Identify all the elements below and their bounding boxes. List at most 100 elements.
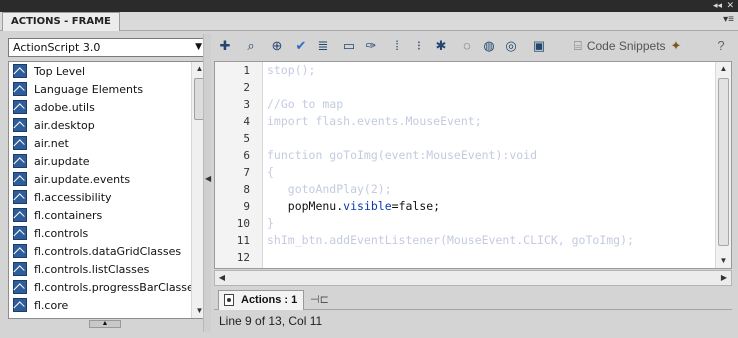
tree-item[interactable]: fl.accessibility	[9, 188, 191, 206]
code-token: =false;	[391, 199, 441, 213]
line-number: 13	[215, 266, 262, 268]
code-line[interactable]	[267, 266, 713, 268]
tree-item[interactable]: air.update.events	[9, 170, 191, 188]
tree-item[interactable]: fl.controls	[9, 224, 191, 242]
tree-item[interactable]: fl.core	[9, 296, 191, 314]
line-number: 12	[236, 251, 250, 264]
tree-item-label: air.update	[34, 154, 90, 168]
scroll-up-icon[interactable]: ▲	[716, 62, 731, 76]
insert-target-path-icon[interactable]: ⊕	[268, 37, 286, 55]
tree-item[interactable]: fl.controls.progressBarClasses	[9, 278, 200, 296]
tree-item-label: fl.containers	[34, 208, 103, 222]
tab-actions-1[interactable]: Actions : 1	[218, 290, 305, 310]
help-icon[interactable]: ?	[712, 37, 730, 55]
apply-line-comment-icon[interactable]: ◍	[480, 37, 498, 55]
scroll-thumb[interactable]	[718, 78, 729, 246]
code-line[interactable]: function goToImg(event:MouseEvent):void	[267, 147, 713, 164]
code-line[interactable]: }	[267, 215, 713, 232]
package-book-icon	[13, 154, 27, 168]
close-panel-icon[interactable]: ✕	[726, 0, 734, 11]
scroll-left-icon[interactable]: ◀	[215, 271, 229, 285]
package-book-icon	[13, 190, 27, 204]
collapse-between-braces-icon[interactable]: ⁞	[388, 37, 406, 55]
scroll-right-icon[interactable]: ▶	[717, 271, 731, 285]
window-titlebar: ◂◂ ✕	[0, 0, 738, 12]
tree-item[interactable]: Language Elements	[9, 80, 191, 98]
code-line-active[interactable]: popMenu.visible=false;	[267, 198, 713, 215]
package-book-icon	[13, 118, 27, 132]
panel-tab-row: ACTIONS - FRAME ▾≡	[0, 12, 738, 31]
tree-item[interactable]: air.update	[9, 152, 191, 170]
language-select[interactable]: ActionScript 3.0 ▼	[8, 38, 206, 57]
tree-item[interactable]: fl.controls.listClasses	[9, 260, 191, 278]
code-line[interactable]: shIm_btn.addEventListener(MouseEvent.CLI…	[267, 232, 713, 249]
package-book-icon	[13, 244, 27, 258]
line-number: 9	[243, 200, 250, 213]
package-book-icon	[13, 262, 27, 276]
show-code-hint-icon[interactable]: ▭	[340, 37, 358, 55]
tree-item[interactable]: Top Level	[9, 62, 191, 80]
code-line[interactable]: {	[267, 164, 713, 181]
scroll-down-icon[interactable]: ▼	[716, 254, 731, 268]
line-number-gutter: 12345678910111213	[215, 62, 263, 268]
collapse-selection-icon[interactable]: ⁝	[410, 37, 428, 55]
actions-toolbar: ✚ ⌕ ⊕ ✔ ≣ ▭ ✑ ⁞ ⁝ ✱ ◌ ◍ ◎ ▣ ⌸ Code Snippets ✦ ?	[212, 34, 738, 58]
tree-item-label: fl.accessibility	[34, 190, 112, 204]
collapse-panel-icon[interactable]: ◂◂	[713, 0, 722, 11]
code-line[interactable]: stop();	[267, 62, 713, 79]
package-book-icon	[13, 82, 27, 96]
editor-horizontal-scrollbar[interactable]: ◀ ▶	[214, 270, 732, 286]
apply-block-comment-icon[interactable]: ◌	[458, 37, 476, 55]
code-snippets-button[interactable]: ⌸ Code Snippets ✦	[574, 37, 681, 55]
line-number: 11	[236, 234, 250, 247]
pane-splitter[interactable]: ◀	[203, 34, 211, 332]
language-select-value: ActionScript 3.0	[13, 41, 101, 54]
package-book-icon	[13, 172, 27, 186]
tree-item-label: fl.controls.listClasses	[34, 262, 150, 276]
find-icon[interactable]: ⌕	[242, 37, 260, 55]
check-syntax-icon[interactable]: ✔	[292, 37, 310, 55]
auto-format-icon[interactable]: ≣	[314, 37, 332, 55]
code-area[interactable]: stop(); //Go to map import flash.events.Mo…	[267, 62, 713, 268]
code-line[interactable]	[267, 79, 713, 96]
tree-item[interactable]: air.desktop	[9, 116, 191, 134]
script-editor[interactable]: 12345678910111213 stop();//Go to mapimpo…	[214, 61, 732, 269]
tree-item-label: fl.core	[34, 298, 69, 312]
tree-item-label: Language Elements	[34, 82, 144, 96]
tree-item[interactable]: fl.controls.dataGridClasses	[9, 242, 191, 260]
package-book-icon	[13, 226, 27, 240]
expand-all-icon[interactable]: ✱	[432, 37, 450, 55]
tree-item-label: air.update.events	[34, 172, 131, 186]
add-item-icon[interactable]: ✚	[216, 37, 234, 55]
code-line[interactable]	[267, 249, 713, 266]
tree-item[interactable]: adobe.utils	[9, 98, 191, 116]
pin-script-icon[interactable]: ⊣⊏	[310, 293, 329, 306]
tree-item-label: fl.controls	[34, 226, 89, 240]
tree-item-label: air.net	[34, 136, 69, 150]
code-keyword: visible	[343, 199, 392, 213]
code-line[interactable]: gotoAndPlay(2);	[267, 181, 713, 198]
code-line[interactable]: import flash.events.MouseEvent;	[267, 113, 713, 130]
toggle-script-assist-icon[interactable]: ▣	[530, 37, 548, 55]
line-number: 3	[243, 98, 250, 111]
code-token: popMenu.	[267, 199, 344, 213]
tree-item[interactable]: air.net	[9, 134, 191, 152]
debug-options-icon[interactable]: ✑	[362, 37, 380, 55]
panel-menu-icon[interactable]: ▾≡	[723, 14, 734, 25]
tree-item-label: fl.controls.dataGridClasses	[34, 244, 182, 258]
toolbox-collapse-handle[interactable]: ▲	[89, 320, 121, 328]
splitter-arrow-icon[interactable]: ◀	[205, 174, 211, 183]
tree-item[interactable]: fl.containers	[9, 206, 191, 224]
package-book-icon	[13, 136, 27, 150]
chevron-down-icon: ▼	[195, 42, 202, 52]
package-tree: Top Level Language Elements adobe.utils air…	[8, 61, 208, 319]
remove-comment-icon[interactable]: ◎	[502, 37, 520, 55]
line-number: 5	[243, 132, 250, 145]
line-number: 1	[243, 64, 250, 77]
actions-toolbox: ActionScript 3.0 ▼ Top Level Language Ele…	[4, 34, 208, 332]
panel-tab-actions-frame[interactable]: ACTIONS - FRAME	[2, 12, 120, 31]
code-line[interactable]	[267, 130, 713, 147]
code-line[interactable]: //Go to map	[267, 96, 713, 113]
editor-scrollbar[interactable]: ▲ ▼	[715, 62, 731, 268]
package-book-icon	[13, 100, 27, 114]
